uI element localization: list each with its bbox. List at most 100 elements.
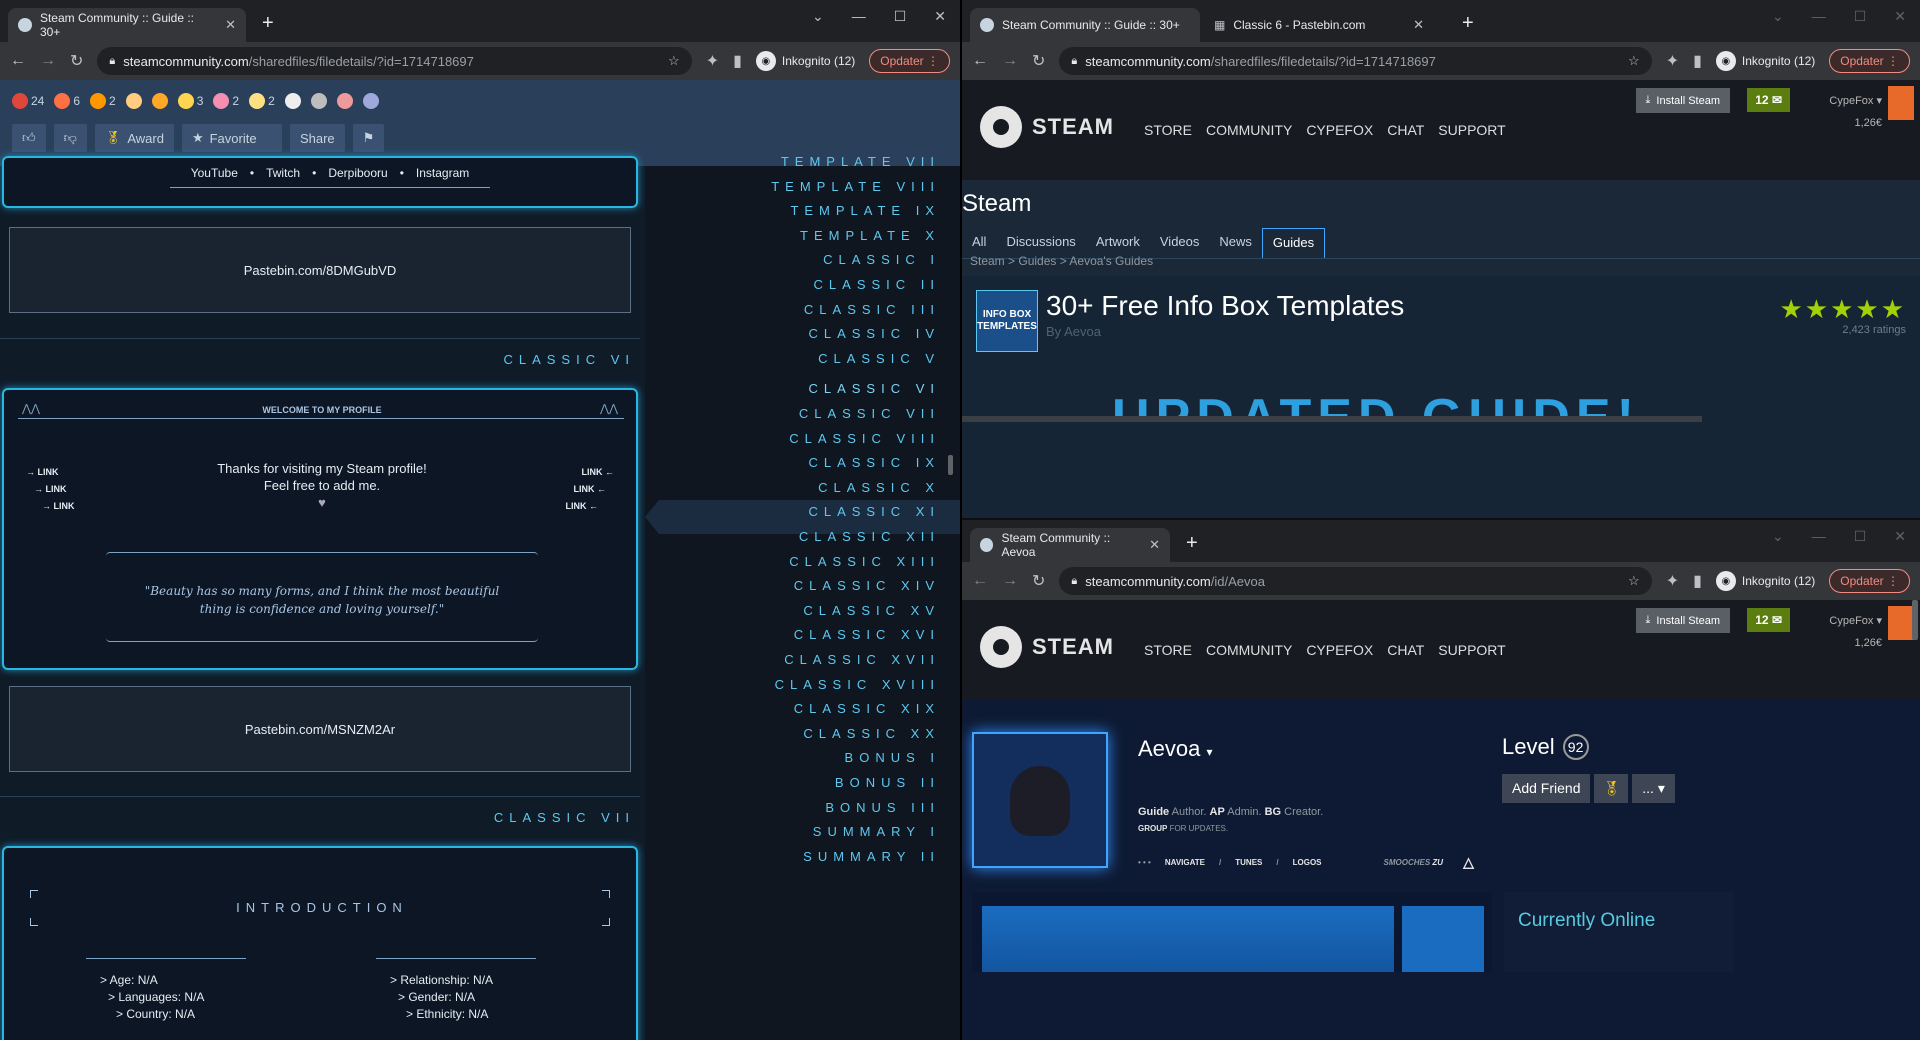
scrollbar-thumb[interactable] — [1912, 600, 1918, 640]
navigate-link[interactable]: NAVIGATE — [1165, 858, 1205, 867]
sidepanel-icon[interactable]: ▮ — [1693, 571, 1702, 591]
favorite-button[interactable]: ★ Favorite — [181, 124, 282, 152]
nav-chat[interactable]: CHAT — [1387, 122, 1424, 138]
user-avatar[interactable] — [1888, 606, 1914, 640]
tab-guide[interactable]: Steam Community :: Guide :: 30+ — [970, 8, 1200, 42]
maximize-button[interactable]: ☐ — [894, 8, 907, 25]
toc-item[interactable]: BONUS II — [835, 775, 940, 790]
instagram-link[interactable]: Instagram — [416, 166, 469, 187]
tab-pastebin[interactable]: ▦ Classic 6 - Pastebin.com ✕ — [1204, 8, 1434, 42]
minimize-button[interactable]: — — [1812, 8, 1826, 25]
close-window-button[interactable]: ✕ — [1894, 8, 1906, 25]
derpibooru-link[interactable]: Derpibooru — [328, 166, 387, 187]
reaction-badge[interactable]: 6 — [54, 93, 80, 109]
close-tab-icon[interactable]: ✕ — [1149, 537, 1160, 553]
back-icon[interactable]: ← — [972, 572, 988, 590]
toc-item[interactable]: CLASSIC XV — [803, 603, 940, 618]
close-window-button[interactable]: ✕ — [934, 8, 946, 25]
horizontal-scrollbar[interactable] — [962, 416, 1702, 422]
reload-icon[interactable]: ↻ — [70, 51, 83, 71]
award-button[interactable]: 🏅︎ Award — [94, 124, 174, 152]
toc-item[interactable]: CLASSIC VI — [808, 381, 940, 396]
back-icon[interactable]: ← — [972, 52, 988, 70]
nav-community[interactable]: COMMUNITY — [1206, 642, 1292, 658]
toc-item[interactable]: CLASSIC X — [818, 480, 940, 495]
reaction-badge[interactable]: 2 — [249, 93, 275, 109]
reaction-badge[interactable] — [310, 93, 327, 109]
nav-profile[interactable]: CYPEFOX — [1306, 642, 1373, 658]
toc-item[interactable]: TEMPLATE VIII — [771, 179, 940, 194]
steam-logo[interactable]: STEAM — [980, 626, 1114, 668]
bookmark-star-icon[interactable]: ☆ — [1628, 53, 1640, 69]
tab-guide[interactable]: Steam Community :: Guide :: 30+ ✕ — [8, 8, 246, 42]
bookmark-star-icon[interactable]: ☆ — [1628, 573, 1640, 589]
toc-item[interactable]: CLASSIC I — [823, 252, 940, 267]
nav-profile[interactable]: CYPEFOX — [1306, 122, 1373, 138]
toc-item[interactable]: BONUS I — [845, 750, 940, 765]
toc-item[interactable]: TEMPLATE X — [800, 228, 940, 243]
guide-author[interactable]: By Aevoa — [1046, 324, 1101, 339]
pastebin-link-1[interactable]: Pastebin.com/8DMGubVD — [244, 263, 396, 278]
maximize-button[interactable]: ☐ — [1854, 528, 1867, 545]
toc-item[interactable]: CLASSIC XIV — [794, 578, 940, 593]
showcase-artwork-side[interactable] — [1402, 906, 1484, 972]
bookmark-star-icon[interactable]: ☆ — [668, 53, 680, 69]
forward-icon[interactable]: → — [40, 52, 56, 70]
tab-search-icon[interactable]: ⌄ — [812, 8, 824, 25]
showcase-artwork-main[interactable] — [982, 906, 1394, 972]
toc-item[interactable]: SUMMARY I — [813, 824, 940, 839]
toc-item[interactable]: CLASSIC XX — [803, 726, 940, 741]
toc-item[interactable]: CLASSIC XIX — [794, 701, 940, 716]
nav-support[interactable]: SUPPORT — [1438, 642, 1505, 658]
share-button[interactable]: Share — [289, 124, 345, 152]
nav-support[interactable]: SUPPORT — [1438, 122, 1505, 138]
reaction-badge[interactable] — [362, 93, 379, 109]
update-button[interactable]: Opdater ⋮ — [1829, 49, 1910, 73]
nav-chat[interactable]: CHAT — [1387, 642, 1424, 658]
steam-logo[interactable]: STEAM — [980, 106, 1114, 148]
install-steam-button[interactable]: ⤓ Install Steam — [1635, 88, 1730, 113]
toc-item[interactable]: CLASSIC VIII — [789, 431, 940, 446]
close-tab-icon[interactable]: ✕ — [1413, 17, 1424, 33]
reaction-badge[interactable]: 2 — [213, 93, 239, 109]
update-button[interactable]: Opdater ⋮ — [869, 49, 950, 73]
thumbs-up-button[interactable]: 👍︎ — [12, 124, 46, 152]
new-tab-button[interactable]: + — [1186, 532, 1198, 555]
toc-item[interactable]: TEMPLATE IX — [790, 203, 940, 218]
update-button[interactable]: Opdater ⋮ — [1829, 569, 1910, 593]
tunes-link[interactable]: TUNES — [1235, 858, 1262, 867]
extensions-icon[interactable]: ✦ — [1666, 51, 1679, 71]
toc-item[interactable]: CLASSIC IV — [808, 326, 940, 341]
sidepanel-icon[interactable]: ▮ — [733, 51, 742, 71]
maximize-button[interactable]: ☐ — [1854, 8, 1867, 25]
minimize-button[interactable]: — — [852, 8, 866, 25]
reaction-badge[interactable] — [336, 93, 353, 109]
flag-button[interactable]: ⚑ — [352, 124, 385, 152]
nav-store[interactable]: STORE — [1144, 122, 1192, 138]
user-avatar[interactable] — [1888, 86, 1914, 120]
notifications-button[interactable]: 12 ✉ — [1747, 608, 1790, 632]
address-bar[interactable]: 🔒︎ steamcommunity.com/id/Aevoa ☆ — [1059, 567, 1652, 595]
nav-store[interactable]: STORE — [1144, 642, 1192, 658]
nav-community[interactable]: COMMUNITY — [1206, 122, 1292, 138]
scrollbar-thumb[interactable] — [948, 455, 953, 475]
toc-item[interactable]: CLASSIC IX — [808, 455, 940, 470]
breadcrumb[interactable]: Steam > Guides > Aevoa's Guides — [970, 254, 1153, 268]
tab-profile[interactable]: Steam Community :: Aevoa ✕ — [970, 528, 1170, 562]
reaction-badge[interactable]: 2 — [90, 93, 116, 109]
extensions-icon[interactable]: ✦ — [1666, 571, 1679, 591]
incognito-indicator[interactable]: ◉ Inkognito (12) — [1715, 571, 1815, 591]
toc-item[interactable]: CLASSIC XVI — [794, 627, 940, 642]
address-bar[interactable]: 🔒︎ steamcommunity.com/sharedfiles/filede… — [1059, 47, 1652, 75]
toc-item[interactable]: CLASSIC XI — [808, 504, 940, 519]
add-friend-button[interactable]: Add Friend — [1502, 774, 1591, 803]
toc-item[interactable]: CLASSIC XIII — [789, 554, 940, 569]
toc-item[interactable]: CLASSIC III — [804, 302, 940, 317]
account-menu[interactable]: CypeFox ▾ 1,26€ — [1829, 610, 1882, 654]
subtab-guides[interactable]: Guides — [1261, 228, 1326, 258]
toc-item[interactable]: SUMMARY II — [803, 849, 940, 864]
close-tab-icon[interactable]: ✕ — [225, 17, 236, 33]
reload-icon[interactable]: ↻ — [1032, 571, 1045, 591]
twitch-link[interactable]: Twitch — [266, 166, 300, 187]
toc-item[interactable]: BONUS III — [825, 800, 940, 815]
